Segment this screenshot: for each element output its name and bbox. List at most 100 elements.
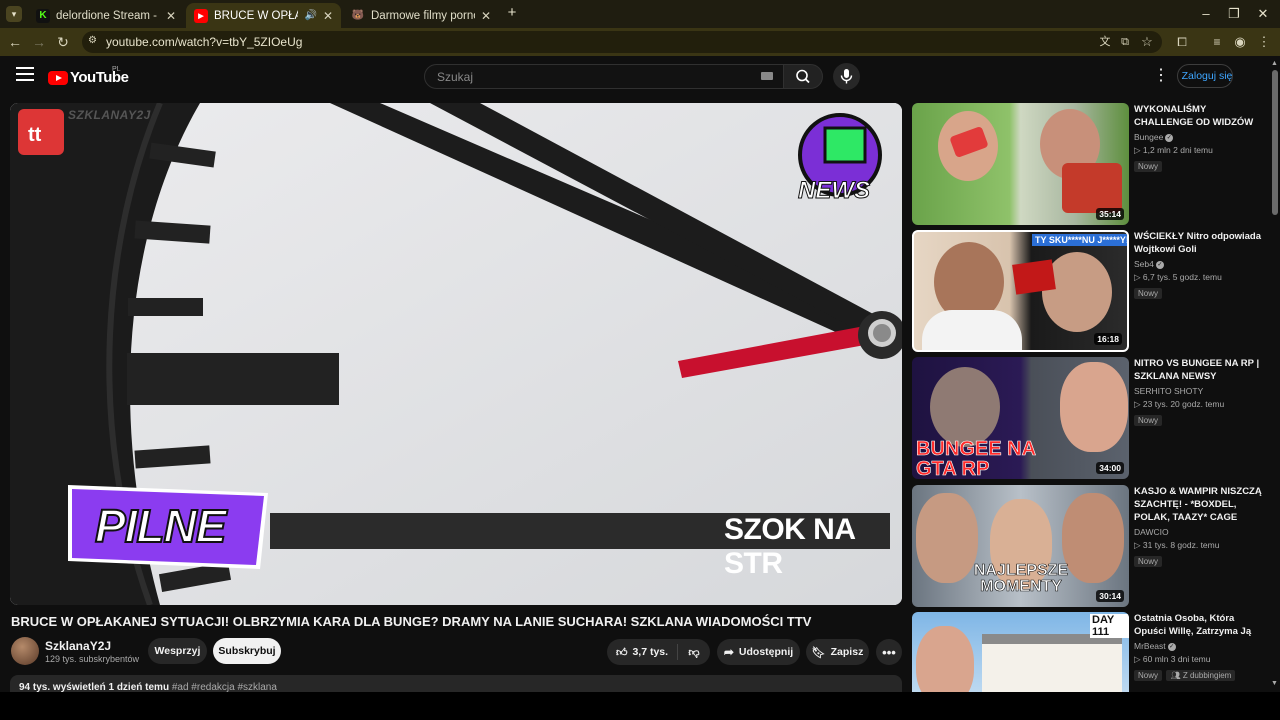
subscribe-button[interactable]: Subskrybuj	[213, 638, 281, 664]
play-icon: ▷	[1134, 399, 1143, 409]
recommended-channel[interactable]: DAWCIO	[1134, 527, 1169, 537]
hamburger-menu-icon[interactable]	[16, 67, 34, 81]
translate-icon[interactable]: 文	[1095, 32, 1115, 52]
install-app-icon[interactable]: ⧉	[1115, 32, 1135, 52]
share-button[interactable]: ➦ Udostępnij	[717, 639, 800, 665]
subscriber-count: 129 tys. subskrybentów	[45, 654, 140, 664]
news-logo-text: NEWS	[798, 177, 871, 205]
recommended-channel[interactable]: MrBeast	[1134, 641, 1166, 651]
url-text[interactable]: youtube.com/watch?v=tbY_5ZIOeUg	[106, 35, 302, 49]
recommended-channel[interactable]: Bungee	[1134, 132, 1163, 142]
view-count: 23 tys.	[1142, 399, 1168, 409]
recommended-title: KASJO & WAMPIR NISZCZĄ SZACHTĘ! - *BOXDE…	[1134, 486, 1262, 523]
search-input[interactable]	[435, 69, 739, 85]
thumbnail-caption: BUNGEE NA GTA RP	[916, 438, 1036, 479]
thumbnail-caption: NAJLEPSZE MOMENTY	[973, 562, 1069, 595]
video-thumbnail[interactable]: TY SKU****NU J*****Y! 16:18	[912, 230, 1129, 352]
upload-age: 20 godz. temu	[1170, 399, 1225, 409]
site-info-icon[interactable]: ⚙	[88, 35, 100, 47]
recommended-channel[interactable]: Seb4	[1134, 259, 1154, 269]
speaker-icon[interactable]: 🔊	[304, 10, 316, 21]
channel-name[interactable]: SzklanaY2J	[45, 639, 111, 653]
extensions-icon[interactable]: ⧠	[1172, 32, 1192, 52]
youtube-favicon-icon: ▶	[194, 8, 208, 23]
voice-search-button[interactable]	[833, 63, 860, 90]
upload-age: 2 dni temu	[1173, 145, 1213, 155]
upload-age: 3 dni temu	[1170, 654, 1211, 664]
browser-tab-third[interactable]: 🐻 Darmowe filmy porno, popular ✕	[343, 3, 499, 28]
save-button[interactable]: 🔖︎ Zapisz	[806, 639, 869, 665]
upload-age: 5 godz. temu	[1172, 272, 1222, 282]
site-favicon-icon: 🐻	[351, 10, 365, 21]
keyboard-icon[interactable]	[761, 72, 773, 80]
video-player[interactable]: tt SZKLANAY2J NEWS PILNE SZOK NA STR	[10, 103, 902, 605]
support-button[interactable]: Wesprzyj	[148, 638, 207, 664]
browser-tab-youtube[interactable]: ▶ BRUCE W OPŁAKANEJ SYTUACJ 🔊 ✕	[186, 3, 341, 28]
recommended-video[interactable]: NAJLEPSZE MOMENTY 30:14 KASJO & WAMPIR N…	[912, 485, 1267, 607]
play-icon: ▷	[1134, 145, 1143, 155]
scrollbar-thumb[interactable]	[1272, 70, 1278, 215]
kick-favicon-icon: K	[36, 8, 50, 23]
new-tab-icon[interactable]: +	[504, 5, 520, 21]
bookmark-star-icon[interactable]: ☆	[1137, 32, 1157, 52]
thumbnail-caption: TY SKU****NU J*****Y!	[1032, 234, 1127, 246]
scroll-down-icon[interactable]: ▼	[1271, 680, 1278, 687]
video-thumbnail[interactable]: NAJLEPSZE MOMENTY 30:14	[912, 485, 1129, 607]
browser-tab-kick[interactable]: K delordione Stream - Watch Live ✕	[28, 3, 184, 28]
more-horizontal-icon: •••	[882, 644, 896, 660]
profile-icon[interactable]: ◉	[1230, 32, 1250, 52]
verified-check-icon: ✓	[1165, 133, 1174, 142]
search-button[interactable]	[783, 64, 823, 89]
view-count: 6,7 tys.	[1142, 272, 1171, 282]
scroll-up-icon[interactable]: ▲	[1271, 60, 1278, 67]
minimize-icon[interactable]: –	[1194, 4, 1218, 24]
like-button[interactable]: 👍︎ 3,7 tys.	[607, 639, 677, 665]
recommended-video[interactable]: 35:14 WYKONALIŚMY CHALLENGE OD WIDZÓW Bu…	[912, 103, 1267, 225]
media-controls-icon[interactable]: ≡	[1207, 32, 1227, 52]
signin-button[interactable]: Zaloguj się	[1177, 64, 1233, 88]
browser-menu-icon[interactable]: ⋮	[1254, 32, 1274, 52]
play-icon: ▷	[1134, 540, 1143, 550]
video-thumbnail[interactable]: 35:14	[912, 103, 1129, 225]
restore-icon[interactable]: ❐	[1222, 4, 1246, 24]
tab-title: delordione Stream - Watch Live	[56, 9, 160, 22]
bookmark-icon: 🔖︎	[811, 646, 826, 659]
back-icon[interactable]: ←	[5, 32, 25, 52]
recommended-video[interactable]: TY SKU****NU J*****Y! 16:18 WŚCIEKŁY Nit…	[912, 230, 1267, 352]
new-badge: Nowy	[1134, 415, 1163, 426]
video-thumbnail[interactable]: DAY 111	[912, 612, 1129, 692]
video-duration: 35:14	[1096, 208, 1124, 220]
new-badge: Nowy	[1134, 556, 1163, 567]
like-count: 3,7 tys.	[632, 646, 669, 658]
recommended-video[interactable]: DAY 111 Ostatnia Osoba, Która Opuści Wil…	[912, 612, 1267, 692]
new-badge: Nowy	[1134, 161, 1163, 172]
close-window-icon[interactable]: ✕	[1251, 4, 1275, 24]
tab-title: Darmowe filmy porno, popular	[371, 9, 475, 22]
recommended-channel[interactable]: SERHITO SHOTY	[1134, 386, 1203, 396]
verified-check-icon: ✓	[1155, 260, 1164, 269]
pilne-banner-text: PILNE	[94, 499, 227, 553]
close-tab-icon[interactable]: ✕	[166, 9, 176, 23]
recommended-video[interactable]: BUNGEE NA GTA RP 34:00 NITRO VS BUNGEE N…	[912, 357, 1267, 479]
more-options-icon[interactable]: ⋮	[1153, 68, 1169, 84]
upload-age: 8 godz. temu	[1170, 540, 1220, 550]
forward-icon[interactable]: →	[29, 32, 49, 52]
tab-title: BRUCE W OPŁAKANEJ SYTUACJ	[214, 9, 299, 22]
news-ticker-text: SZOK NA STR	[724, 513, 855, 580]
taskbar-area	[0, 692, 1280, 720]
tab-search-icon[interactable]: ▾	[6, 6, 22, 22]
more-actions-button[interactable]: •••	[876, 639, 902, 665]
search-icon	[796, 69, 810, 84]
video-duration: 30:14	[1096, 590, 1124, 602]
close-tab-icon[interactable]: ✕	[323, 9, 333, 23]
search-box	[424, 64, 784, 89]
thumbs-down-icon: 👎︎	[688, 646, 700, 659]
video-thumbnail[interactable]: BUNGEE NA GTA RP 34:00	[912, 357, 1129, 479]
video-title: BRUCE W OPŁAKANEJ SYTUACJI! OLBRZYMIA KA…	[11, 614, 812, 629]
reload-icon[interactable]: ↻	[53, 32, 73, 52]
play-icon: ▷	[1134, 272, 1143, 282]
recommended-title: WŚCIEKŁY Nitro odpowiada Wojtkowi Goli	[1134, 231, 1262, 255]
close-tab-icon[interactable]: ✕	[481, 9, 491, 23]
channel-avatar[interactable]	[11, 637, 39, 665]
dislike-button[interactable]: 👎︎	[678, 639, 710, 665]
